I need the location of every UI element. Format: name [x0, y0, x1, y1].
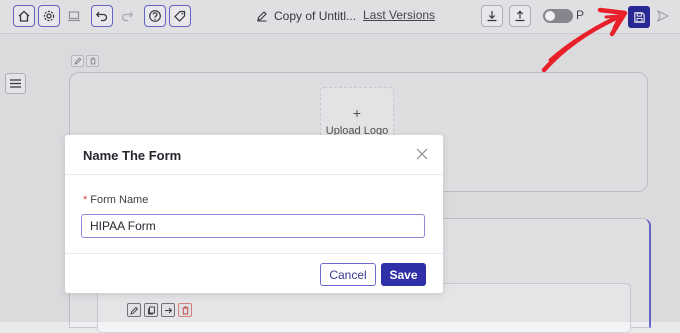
save-button[interactable]: Save	[381, 263, 426, 286]
cancel-button[interactable]: Cancel	[320, 263, 376, 286]
form-name-label-text: Form Name	[90, 194, 149, 206]
dialog-footer: Cancel Save	[65, 253, 443, 294]
required-mark: *	[83, 194, 88, 206]
form-name-input[interactable]	[81, 214, 425, 238]
dialog-title: Name The Form	[83, 148, 182, 163]
name-form-dialog: Name The Form *Form Name Cancel Save	[65, 135, 443, 293]
annotation-arrow-icon	[541, 7, 628, 73]
dialog-header: Name The Form	[65, 135, 443, 175]
close-icon[interactable]	[416, 148, 428, 160]
form-name-label: * Form Name	[83, 194, 148, 206]
